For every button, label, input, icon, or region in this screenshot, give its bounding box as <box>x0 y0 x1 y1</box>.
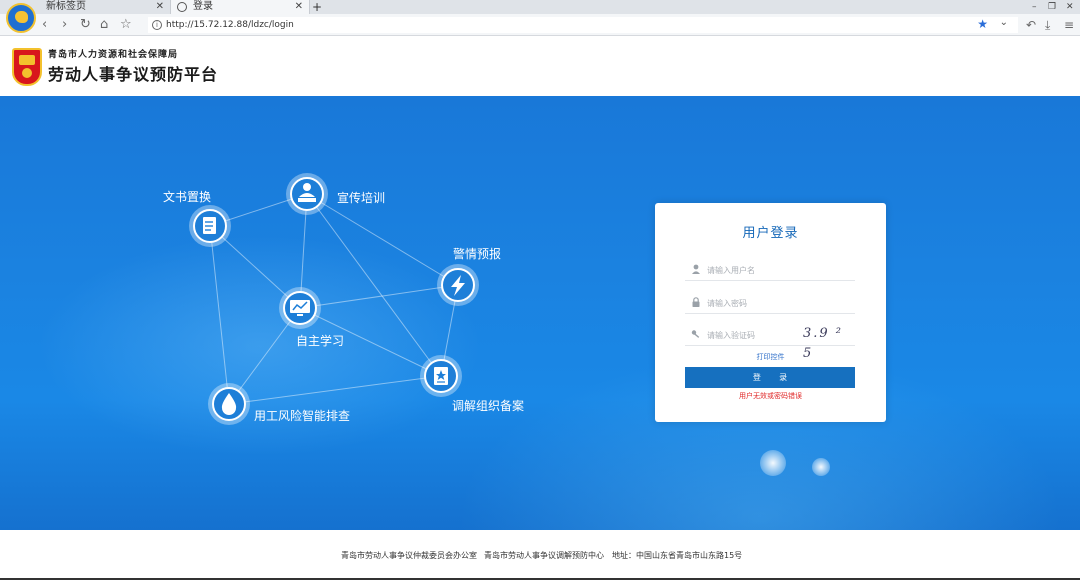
page-footer: 青岛市劳动人事争议仲裁委员会办公室 青岛市劳动人事争议调解预防中心 地址：中国山… <box>0 530 1080 580</box>
node-label-alert-forecast: 警情预报 <box>453 247 502 261</box>
node-label-mediation-filing: 调解组织备案 <box>452 399 525 413</box>
undo-icon[interactable]: ↶ <box>1026 17 1036 33</box>
node-label-publicity-training: 宣传培训 <box>337 191 386 205</box>
document-icon <box>203 217 216 234</box>
forward-icon[interactable]: › <box>62 17 67 33</box>
key-icon <box>691 330 700 338</box>
download-icon[interactable]: ⤓ <box>1045 17 1050 33</box>
password-input[interactable] <box>707 296 817 310</box>
node-label-risk-check: 用工风险智能排查 <box>254 409 351 423</box>
lock-icon <box>692 297 700 307</box>
back-icon[interactable]: ‹ <box>42 17 47 33</box>
url-text: http://15.72.12.88/ldzc/login <box>166 20 294 30</box>
tab-login[interactable]: 登录 ✕ <box>170 0 310 14</box>
org-name: 青岛市人力资源和社会保障局 <box>48 50 179 60</box>
username-input[interactable] <box>707 263 817 277</box>
light-glow <box>812 458 830 476</box>
login-card: 用户登录 3.9 ² 5 打印控件 登 录 用户无效或密码错误 <box>655 203 886 422</box>
captcha-image[interactable]: 3.9 ² 5 <box>803 324 851 361</box>
reload-icon[interactable]: ↻ <box>80 17 91 33</box>
print-plugin-link[interactable]: 打印控件 <box>655 352 886 362</box>
tab-new-tab[interactable]: 新标签页 ✕ <box>40 0 170 14</box>
chevron-down-icon[interactable]: ⌄ <box>1000 17 1008 28</box>
login-title: 用户登录 <box>742 226 799 241</box>
site-header: 青岛市人力资源和社会保障局 劳动人事争议预防平台 <box>0 36 1080 96</box>
light-glow <box>760 450 786 476</box>
captcha-field: 3.9 ² 5 <box>685 324 855 361</box>
star-document-icon <box>434 367 448 385</box>
document-node <box>189 205 231 247</box>
favorite-star-icon[interactable]: ★ <box>977 17 988 31</box>
footer-office: 青岛市劳动人事争议仲裁委员会办公室 <box>341 551 477 560</box>
new-tab-button[interactable]: + <box>312 0 322 14</box>
network-diagram <box>189 173 479 425</box>
menu-icon[interactable]: ≡ <box>1064 17 1074 33</box>
monitor-node <box>279 287 321 329</box>
minimize-icon[interactable]: – <box>1032 0 1037 14</box>
emblem-logo <box>12 48 42 86</box>
risk-node <box>208 383 250 425</box>
home-icon[interactable]: ⌂ <box>100 17 108 33</box>
close-tab-icon[interactable]: ✕ <box>295 0 303 14</box>
node-label-self-learning: 自主学习 <box>296 334 345 348</box>
password-field <box>685 292 855 314</box>
lightning-node <box>437 264 479 306</box>
globe-icon <box>177 2 187 12</box>
error-message: 用户无效或密码错误 <box>739 392 802 400</box>
platform-name: 劳动人事争议预防平台 <box>48 65 219 84</box>
url-field[interactable]: i http://15.72.12.88/ldzc/login ★ ⌄ <box>148 17 1018 33</box>
window-close-icon[interactable]: ✕ <box>1066 0 1074 14</box>
user-icon <box>692 264 700 274</box>
browser-tab-bar: 新标签页 ✕ 登录 ✕ + – ❐ ✕ <box>0 0 1080 14</box>
tab-label: 新标签页 <box>46 1 86 12</box>
browser-logo-icon <box>6 3 36 33</box>
address-bar: ‹ › ↻ ⌂ ☆ i http://15.72.12.88/ldzc/logi… <box>0 14 1080 36</box>
presenter-node <box>286 173 328 215</box>
bookmark-icon[interactable]: ☆ <box>120 17 132 33</box>
username-field <box>685 259 855 281</box>
node-label-document-exchange: 文书置换 <box>163 190 212 204</box>
tab-label: 登录 <box>193 1 213 12</box>
restore-icon[interactable]: ❐ <box>1048 0 1056 14</box>
login-button[interactable]: 登 录 <box>685 367 855 388</box>
close-tab-icon[interactable]: ✕ <box>156 0 164 14</box>
footer-center: 青岛市劳动人事争议调解预防中心 <box>484 551 604 560</box>
footer-address: 地址：中国山东省青岛市山东路15号 <box>612 551 743 560</box>
filing-node <box>420 355 462 397</box>
info-icon[interactable]: i <box>152 20 162 30</box>
captcha-input[interactable] <box>707 328 817 342</box>
hero-banner: 文书置换 宣传培训 警情预报 自主学习 调解组织备案 用工风险智能排查 用户登录 <box>0 96 1080 530</box>
